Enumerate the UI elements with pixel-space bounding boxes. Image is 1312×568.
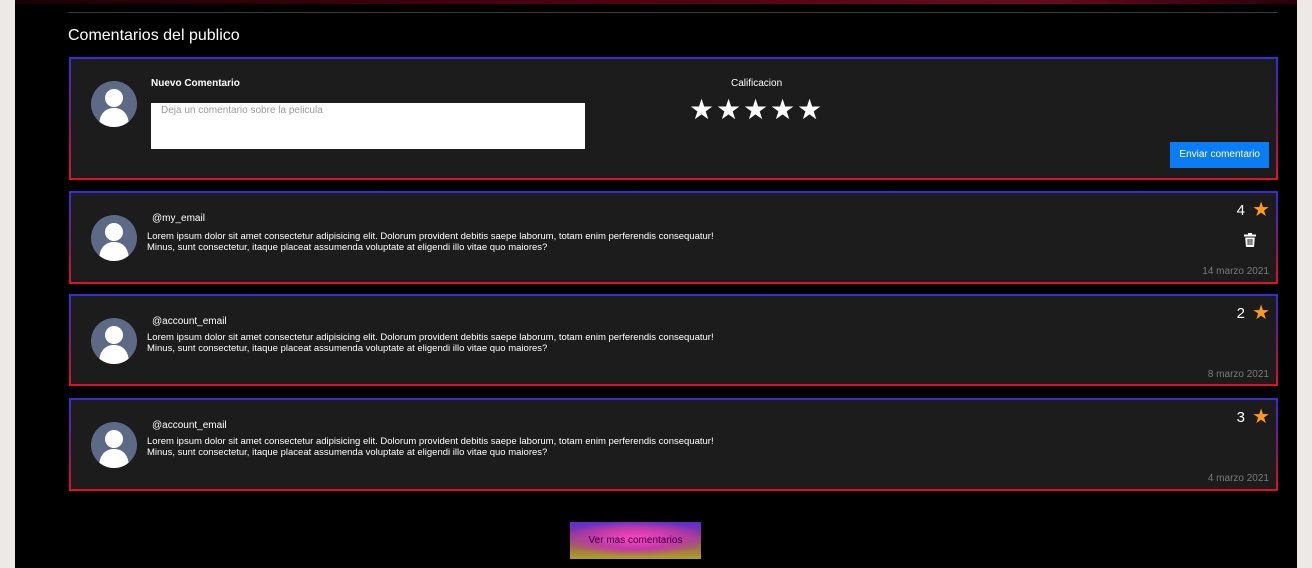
comment-text: Lorem ipsum dolor sit amet consectetur a… xyxy=(147,332,907,354)
star-icon: ★ xyxy=(1252,406,1270,428)
user-avatar-icon xyxy=(91,318,137,364)
star-icon[interactable]: ★ xyxy=(797,95,822,125)
comment-rating: 3 xyxy=(1236,409,1245,426)
comment-date: 8 marzo 2021 xyxy=(1207,369,1269,380)
rating-label: Calificacion xyxy=(731,78,783,89)
comment-card: @account_email Lorem ipsum dolor sit ame… xyxy=(69,294,1278,386)
new-comment-card: Nuevo Comentario Calificacion ★ ★ ★ ★ ★ … xyxy=(69,57,1278,180)
user-avatar-icon xyxy=(91,215,137,261)
star-icon[interactable]: ★ xyxy=(716,95,741,125)
comment-text: Lorem ipsum dolor sit amet consectetur a… xyxy=(147,436,907,458)
section-title: Comentarios del publico xyxy=(68,27,240,44)
top-glow-bar xyxy=(15,0,1297,4)
comment-text-line: Lorem ipsum dolor sit amet consectetur a… xyxy=(147,332,714,343)
user-avatar-icon xyxy=(91,81,137,127)
comment-card: @account_email Lorem ipsum dolor sit ame… xyxy=(69,398,1278,491)
star-icon: ★ xyxy=(1252,302,1270,324)
trash-icon[interactable] xyxy=(1244,233,1256,252)
comment-date: 4 marzo 2021 xyxy=(1207,473,1269,484)
comment-card: @my_email Lorem ipsum dolor sit amet con… xyxy=(69,191,1278,284)
star-icon[interactable]: ★ xyxy=(743,95,768,125)
divider xyxy=(68,12,1278,13)
new-comment-label: Nuevo Comentario xyxy=(151,78,240,89)
comment-date: 14 marzo 2021 xyxy=(1202,266,1269,277)
star-icon[interactable]: ★ xyxy=(770,95,795,125)
comment-text-line: Lorem ipsum dolor sit amet consectetur a… xyxy=(147,231,714,242)
star-icon: ★ xyxy=(1252,199,1270,221)
comment-rating: 4 xyxy=(1236,202,1245,219)
comment-author: @account_email xyxy=(152,420,227,431)
comment-text-line: Minus, sunt consectetur, itaque placeat … xyxy=(147,447,548,458)
comment-author: @account_email xyxy=(152,316,227,327)
comments-page: Comentarios del publico Nuevo Comentario… xyxy=(15,0,1297,568)
submit-comment-button[interactable]: Enviar comentario xyxy=(1170,142,1269,168)
star-icon[interactable]: ★ xyxy=(689,95,714,125)
load-more-comments-button[interactable]: Ver mas comentarios xyxy=(570,522,701,559)
comment-text-line: Minus, sunt consectetur, itaque placeat … xyxy=(147,242,548,253)
comment-author: @my_email xyxy=(152,213,205,224)
comment-rating: 2 xyxy=(1236,305,1245,322)
user-avatar-icon xyxy=(91,422,137,468)
comment-text-line: Lorem ipsum dolor sit amet consectetur a… xyxy=(147,436,714,447)
comment-text-line: Minus, sunt consectetur, itaque placeat … xyxy=(147,343,548,354)
comment-text: Lorem ipsum dolor sit amet consectetur a… xyxy=(147,231,907,253)
rating-stars: ★ ★ ★ ★ ★ xyxy=(689,95,822,125)
comment-input[interactable] xyxy=(151,103,585,149)
